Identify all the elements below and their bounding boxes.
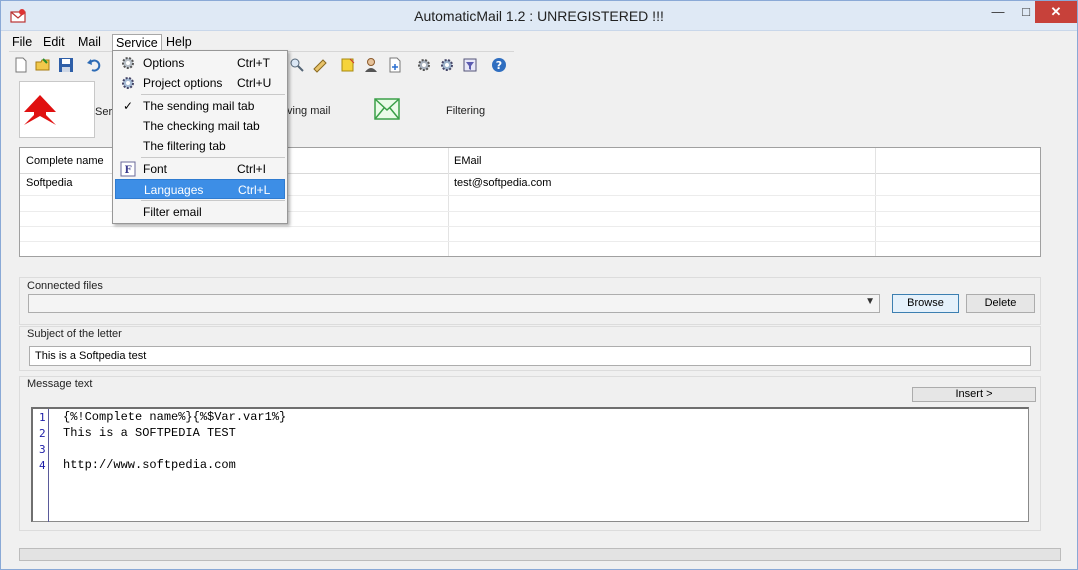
settings-icon[interactable] (439, 57, 455, 73)
code-line[interactable]: {%!Complete name%}{%$Var.var1%} (63, 410, 286, 424)
save-icon[interactable] (58, 57, 74, 73)
search-mail-icon[interactable] (289, 57, 305, 73)
help-icon[interactable]: ? (491, 57, 507, 73)
envelope-icon[interactable] (374, 98, 400, 120)
column-email[interactable]: EMail (448, 151, 482, 171)
menu-item-label: The filtering tab (143, 139, 226, 153)
edit-tag-icon[interactable] (312, 57, 328, 73)
subject-group: Subject of the letter This is a Softpedi… (19, 326, 1041, 371)
status-bar (19, 548, 1061, 561)
menu-item-label: Languages (144, 183, 204, 197)
menu-separator (141, 200, 285, 201)
menu-item-project-options[interactable]: Project options Ctrl+U (115, 73, 285, 93)
connected-files-label: Connected files (27, 280, 103, 292)
code-line[interactable]: This is a SOFTPEDIA TEST (63, 426, 236, 440)
menu-file[interactable]: File (9, 34, 35, 52)
menu-item-shortcut: Ctrl+U (237, 76, 272, 90)
browse-button[interactable]: Browse (892, 294, 959, 313)
menu-item-shortcut: Ctrl+I (237, 162, 267, 176)
window-title: AutomaticMail 1.2 : UNREGISTERED !!! (414, 8, 664, 24)
document-add-icon[interactable] (387, 57, 403, 73)
svg-text:?: ? (496, 59, 502, 72)
menu-item-label: The sending mail tab (143, 99, 255, 113)
connected-files-select[interactable]: ▼ (28, 294, 880, 313)
user-icon[interactable] (363, 57, 379, 73)
menu-separator (141, 94, 285, 95)
new-icon[interactable] (13, 57, 29, 73)
line-number-gutter: 1 2 3 4 (33, 409, 49, 522)
filter-icon[interactable] (462, 57, 478, 73)
menu-item-label: The checking mail tab (143, 119, 260, 133)
note-icon[interactable] (340, 57, 356, 73)
delete-button[interactable]: Delete (966, 294, 1035, 313)
insert-button[interactable]: Insert > (912, 387, 1036, 402)
subject-label: Subject of the letter (27, 328, 122, 340)
menu-edit[interactable]: Edit (40, 34, 68, 52)
app-window: AutomaticMail 1.2 : UNREGISTERED !!! — □… (0, 0, 1078, 570)
menu-item-sending-tab[interactable]: ✓ The sending mail tab (115, 96, 285, 116)
menu-item-shortcut: Ctrl+T (237, 56, 270, 70)
line-number: 4 (39, 459, 46, 472)
gear-icon[interactable] (416, 57, 432, 73)
gear-icon (122, 57, 134, 69)
undo-icon[interactable] (86, 57, 102, 73)
check-icon: ✓ (123, 99, 134, 113)
tab-receiving-label[interactable]: ving mail (287, 105, 330, 117)
menu-item-languages[interactable]: Languages Ctrl+L (115, 179, 285, 199)
subject-input[interactable]: This is a Softpedia test (29, 346, 1031, 366)
tab-sending-label: Ser (95, 106, 113, 118)
settings-icon (122, 77, 134, 89)
menu-item-font[interactable]: F Font Ctrl+I (115, 159, 285, 179)
menu-item-options[interactable]: Options Ctrl+T (115, 53, 285, 73)
grid-divider (448, 148, 449, 256)
menu-item-label: Project options (143, 76, 223, 90)
tab-sending-mail[interactable]: Ser (19, 81, 112, 138)
menu-item-label: Font (143, 162, 168, 176)
svg-text:F: F (124, 165, 131, 176)
tab-filtering-label[interactable]: Filtering (446, 105, 485, 117)
table-row-name[interactable]: Softpedia (20, 173, 72, 193)
service-dropdown-menu: Options Ctrl+T Project options Ctrl+U ✓ … (112, 50, 288, 224)
menu-item-checking-tab[interactable]: The checking mail tab (115, 116, 285, 136)
line-number: 3 (39, 443, 46, 456)
code-line[interactable]: http://www.softpedia.com (63, 458, 236, 472)
table-row-email[interactable]: test@softpedia.com (448, 173, 551, 193)
menu-separator (141, 157, 285, 158)
line-number: 1 (39, 411, 46, 424)
minimize-button[interactable]: — (983, 1, 1013, 23)
grid-row-line (20, 226, 1040, 227)
menu-mail[interactable]: Mail (75, 34, 104, 52)
grid-divider (875, 148, 876, 256)
grid-row-line (20, 241, 1040, 242)
chevron-down-icon[interactable]: ▼ (865, 296, 875, 307)
close-button[interactable]: ✕ (1035, 1, 1077, 23)
message-editor[interactable]: 1 2 3 4 {%!Complete name%}{%$Var.var1%} … (31, 407, 1029, 522)
connected-files-group: Connected files ▼ Browse Delete (19, 277, 1041, 325)
message-label: Message text (27, 378, 93, 390)
open-icon[interactable] (35, 57, 51, 73)
title-bar: AutomaticMail 1.2 : UNREGISTERED !!! — □… (1, 1, 1077, 31)
menu-bar: File Edit Mail Service Help (9, 32, 514, 52)
menu-item-label: Options (143, 56, 185, 70)
font-icon: F (120, 161, 136, 177)
menu-item-label: Filter email (143, 205, 202, 219)
column-complete-name[interactable]: Complete name (20, 151, 104, 171)
menu-item-filtering-tab[interactable]: The filtering tab (115, 136, 285, 156)
line-number: 2 (39, 427, 46, 440)
menu-item-filter-email[interactable]: Filter email (115, 202, 285, 222)
send-arrow-icon (24, 95, 56, 125)
menu-item-shortcut: Ctrl+L (238, 183, 271, 197)
